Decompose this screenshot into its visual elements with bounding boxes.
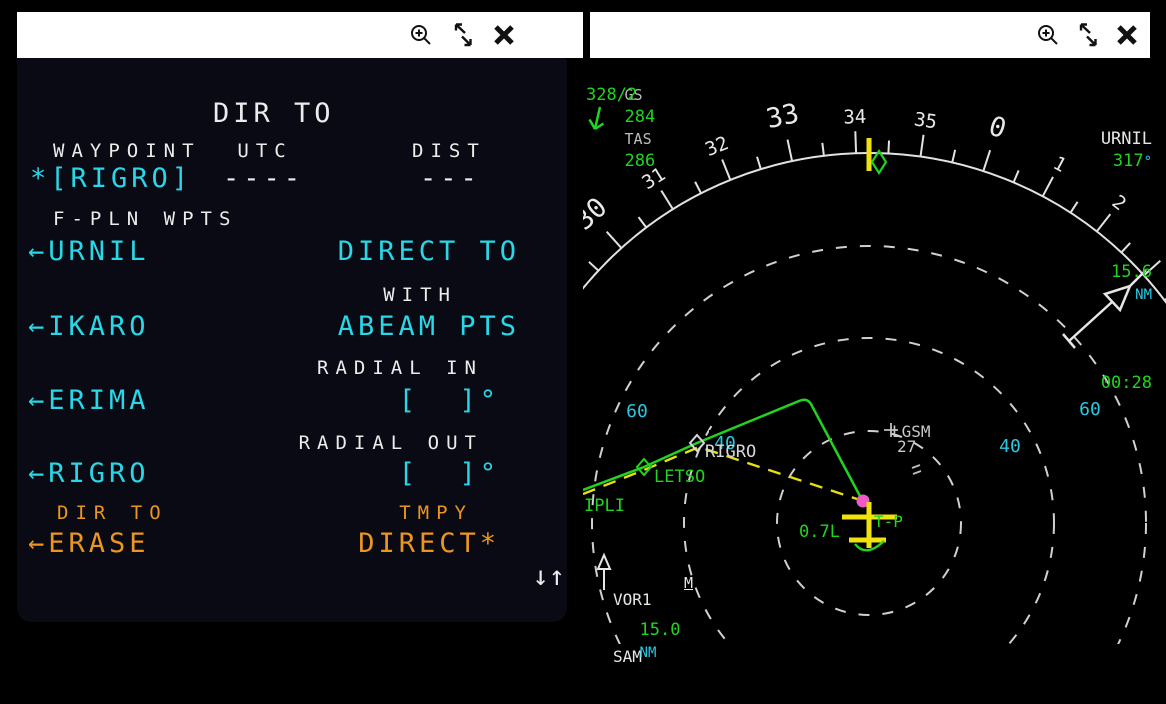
mcdu-dir-to-label: DIR TO xyxy=(57,504,168,524)
mcdu-col-waypoint-utc: WAYPOINT UTC xyxy=(53,142,293,162)
mcdu-with-label: WITH xyxy=(383,286,457,306)
mcdu-lsk-rigro[interactable]: ←RIGRO xyxy=(28,460,150,488)
compass-number-0: 0 xyxy=(985,111,1010,146)
degree-symbol: ° xyxy=(1144,154,1152,170)
mcdu-entry-waypoint[interactable]: *[RIGRO] xyxy=(30,165,192,193)
to-waypoint-name: URNIL xyxy=(1101,129,1152,149)
close-icon[interactable] xyxy=(493,23,515,47)
mcdu-rsk-direct-to[interactable]: DIRECT TO xyxy=(338,238,520,266)
close-icon[interactable] xyxy=(1116,23,1138,47)
to-waypoint-distance: 15.6 xyxy=(1111,262,1152,282)
speed-readout: GS 284 TAS 286 xyxy=(586,62,655,194)
nd-window-titlebar xyxy=(590,12,1150,58)
mcdu-lsk-erase[interactable]: ←ERASE xyxy=(28,530,150,558)
to-waypoint-info: URNIL 317° 15.6 NM 00:28 xyxy=(1043,62,1152,438)
to-waypoint-eta: 00:28 xyxy=(1043,372,1152,394)
navigation-display: 60 60 40 40 303132333435012 xyxy=(583,58,1166,644)
vor1-dme-value: 15.0 xyxy=(640,620,681,640)
mcdu-rsk-abeam-pts[interactable]: ABEAM PTS xyxy=(338,313,520,341)
compass-number-33: 33 xyxy=(763,98,801,135)
mcdu-tmpy-label: TMPY xyxy=(399,504,473,524)
tas-label: TAS xyxy=(625,130,652,148)
mcdu-window-titlebar xyxy=(17,12,583,58)
gs-value: 284 xyxy=(625,107,656,127)
mcdu-lsk-urnil[interactable]: ←URNIL xyxy=(28,238,150,266)
mcdu-col-dist: DIST xyxy=(412,142,486,162)
waypoint-label-letso[interactable]: LETSO xyxy=(654,467,705,487)
wind-readout: 328/2 xyxy=(586,84,637,106)
compass-number-35: 35 xyxy=(913,108,939,133)
tas-value: 286 xyxy=(625,151,656,171)
to-waypoint-bearing: 317 xyxy=(1113,151,1144,171)
mcdu-page-title: DIR TO xyxy=(213,100,335,128)
waypoint-label-ipli[interactable]: IPLI xyxy=(584,496,625,516)
mcdu-entry-utc: ---- xyxy=(223,165,304,193)
compass-number-30: 30 xyxy=(583,192,613,237)
compass-number-32: 32 xyxy=(702,132,731,161)
mcdu-rsk-direct-confirm[interactable]: DIRECT* xyxy=(358,530,500,558)
vor1-dme-unit: NM xyxy=(640,645,657,661)
mcdu-radial-in-field[interactable]: [ ]° xyxy=(399,387,500,415)
mcdu-fpln-wpts-label: F-PLN WPTS xyxy=(53,210,237,230)
range-label-40-right: 40 xyxy=(999,436,1021,457)
mcdu-radial-out-field[interactable]: [ ]° xyxy=(399,460,500,488)
marker-mode: M xyxy=(684,572,693,594)
range-label-60-left: 60 xyxy=(626,401,648,422)
resize-icon[interactable] xyxy=(1075,22,1101,48)
mcdu-scroll-arrows[interactable]: ↓↑ xyxy=(532,563,565,591)
vor1-legend-arrow-icon xyxy=(598,555,610,590)
mcdu-radial-out-label: RADIAL OUT xyxy=(299,434,483,454)
distance-unit: NM xyxy=(1135,287,1152,303)
runway-label-27: 27 xyxy=(897,437,916,456)
zoom-icon[interactable] xyxy=(409,23,433,47)
mcdu-lsk-ikaro[interactable]: ←IKARO xyxy=(28,313,150,341)
cross-track-error-label: 0.7L xyxy=(799,522,840,542)
waypoint-label-rigro[interactable]: RIGRO xyxy=(705,442,756,462)
vor1-dme-readout: 15.0 NM xyxy=(601,597,680,686)
mcdu-radial-in-label: RADIAL IN xyxy=(317,359,483,379)
mcdu-screen: DIR TO WAYPOINT UTC DIST *[RIGRO] ---- -… xyxy=(17,58,567,622)
compass-number-34: 34 xyxy=(843,106,867,129)
mcdu-entry-dist: --- xyxy=(420,165,481,193)
turn-point-label: T-P xyxy=(874,512,903,531)
resize-icon[interactable] xyxy=(450,22,476,48)
zoom-icon[interactable] xyxy=(1036,23,1060,47)
mcdu-lsk-erima[interactable]: ←ERIMA xyxy=(28,387,150,415)
